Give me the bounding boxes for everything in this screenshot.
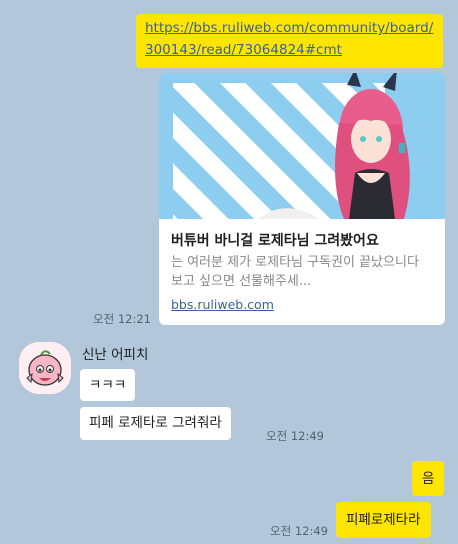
preview-description: 는 여러분 제가 로제타님 구독권이 끝났으니다 보고 싶으면 선물해주세...	[171, 255, 419, 289]
peach-avatar-icon	[19, 342, 71, 394]
preview-image	[159, 73, 445, 219]
message-text: 음	[422, 471, 435, 487]
timestamp-1: 오전 12:21	[93, 312, 151, 326]
avatar[interactable]	[19, 342, 71, 394]
preview-title: 버튜버 바니걸 로제타님 그려봤어요	[171, 233, 379, 249]
incoming-message-1: ㅋㅋㅋ	[80, 369, 136, 401]
shared-url-link[interactable]: https://bbs.ruliweb.com/community/board/…	[145, 20, 433, 58]
outgoing-message-2: 피폐로제타라	[336, 502, 431, 538]
sender-name: 신난 어피치	[82, 347, 149, 363]
message-text: 피폐로제타라	[346, 512, 421, 528]
message-text: ㅋㅋㅋ	[89, 377, 127, 393]
preview-domain[interactable]: bbs.ruliweb.com	[171, 297, 274, 312]
outgoing-message-1: 음	[412, 461, 445, 496]
incoming-message-2: 피페 로제타로 그려줘라	[80, 407, 231, 440]
timestamp-3: 오전 12:49	[270, 524, 328, 538]
outgoing-link-bubble: https://bbs.ruliweb.com/community/board/…	[136, 14, 443, 68]
link-preview-card[interactable]: 버튜버 바니걸 로제타님 그려봤어요 는 여러분 제가 로제타님 구독권이 끝났…	[159, 73, 445, 325]
message-text: 피페 로제타로 그려줘라	[89, 415, 222, 431]
timestamp-2: 오전 12:49	[266, 429, 324, 443]
